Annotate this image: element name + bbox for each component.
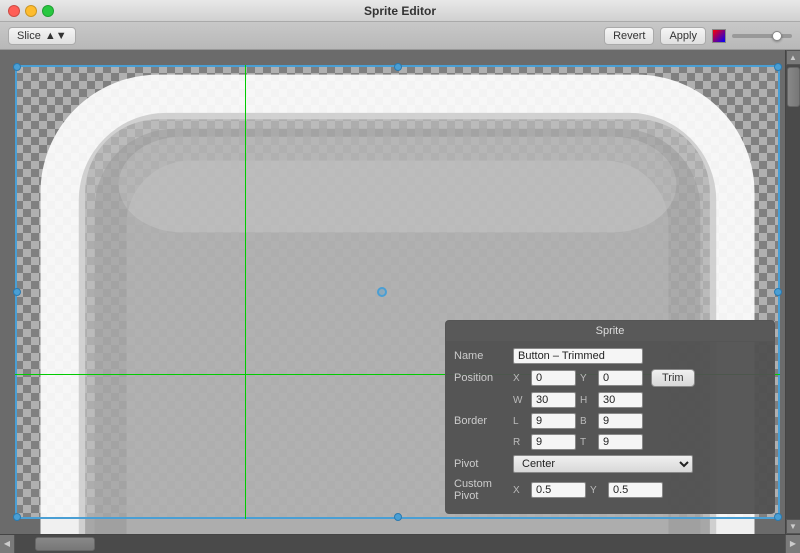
revert-button[interactable]: Revert	[604, 27, 654, 45]
dropdown-arrow-icon: ▲▼	[45, 30, 67, 42]
scroll-up-button[interactable]: ▲	[786, 50, 800, 65]
rgb-icon	[712, 29, 726, 43]
slice-label: Slice	[17, 30, 41, 42]
zoom-slider-area[interactable]	[732, 34, 792, 38]
bottom-scrollbar[interactable]: ◀ ▶	[0, 534, 800, 552]
w-label: W	[513, 395, 527, 406]
h-label: H	[580, 395, 594, 406]
position-label: Position	[454, 372, 509, 384]
name-row: Name	[454, 348, 766, 364]
w-input[interactable]	[531, 392, 576, 408]
close-button[interactable]	[8, 5, 20, 17]
scroll-track-right[interactable]	[786, 65, 800, 519]
r-label: R	[513, 437, 527, 448]
trim-button[interactable]: Trim	[651, 369, 695, 387]
scroll-track-bottom[interactable]	[15, 535, 785, 552]
t-input[interactable]	[598, 434, 643, 450]
right-scrollbar[interactable]: ▲ ▼	[785, 50, 800, 534]
toolbar: Slice ▲▼ Revert Apply	[0, 22, 800, 50]
border-row2: R T	[454, 434, 766, 450]
scroll-left-button[interactable]: ◀	[0, 535, 15, 553]
b-input[interactable]	[598, 413, 643, 429]
x-label: X	[513, 373, 527, 384]
scroll-thumb-right[interactable]	[787, 67, 800, 107]
cp-y-label: Y	[590, 485, 604, 496]
y-label: Y	[580, 373, 594, 384]
cp-y-input[interactable]	[608, 482, 663, 498]
border-label: Border	[454, 415, 509, 427]
l-label: L	[513, 416, 527, 427]
maximize-button[interactable]	[42, 5, 54, 17]
t-label: T	[580, 437, 594, 448]
slice-dropdown[interactable]: Slice ▲▼	[8, 27, 76, 45]
zoom-thumb[interactable]	[772, 31, 782, 41]
name-label: Name	[454, 350, 509, 362]
pivot-label: Pivot	[454, 458, 509, 470]
apply-button[interactable]: Apply	[660, 27, 706, 45]
cp-x-input[interactable]	[531, 482, 586, 498]
sprite-panel-title: Sprite	[446, 321, 774, 342]
border-row1: Border L B	[454, 413, 766, 429]
cp-x-label: X	[513, 485, 527, 496]
main-area: Sprite Name Position X Y Trim	[0, 50, 800, 534]
x-input[interactable]	[531, 370, 576, 386]
custom-pivot-label: Custom Pivot	[454, 478, 509, 502]
title-bar: Sprite Editor	[0, 0, 800, 22]
scroll-right-button[interactable]: ▶	[785, 535, 800, 553]
traffic-lights	[8, 5, 54, 17]
custom-pivot-row: Custom Pivot X Y	[454, 478, 766, 502]
color-mode-toggle[interactable]	[712, 29, 726, 43]
name-input[interactable]	[513, 348, 643, 364]
b-label: B	[580, 416, 594, 427]
pivot-row: Pivot Center	[454, 455, 766, 473]
pivot-dot	[377, 287, 387, 297]
minimize-button[interactable]	[25, 5, 37, 17]
zoom-slider[interactable]	[732, 34, 792, 38]
scroll-thumb-bottom[interactable]	[35, 537, 95, 551]
pivot-select[interactable]: Center	[513, 455, 693, 473]
window-title: Sprite Editor	[364, 4, 436, 18]
h-input[interactable]	[598, 392, 643, 408]
position-row: Position X Y Trim	[454, 369, 766, 387]
l-input[interactable]	[531, 413, 576, 429]
sprite-panel-body: Name Position X Y Trim W H	[446, 342, 774, 513]
sprite-panel: Sprite Name Position X Y Trim	[445, 320, 775, 514]
canvas-area[interactable]: Sprite Name Position X Y Trim	[0, 50, 785, 534]
y-input[interactable]	[598, 370, 643, 386]
wh-row: W H	[454, 392, 766, 408]
r-input[interactable]	[531, 434, 576, 450]
scroll-down-button[interactable]: ▼	[786, 519, 800, 534]
